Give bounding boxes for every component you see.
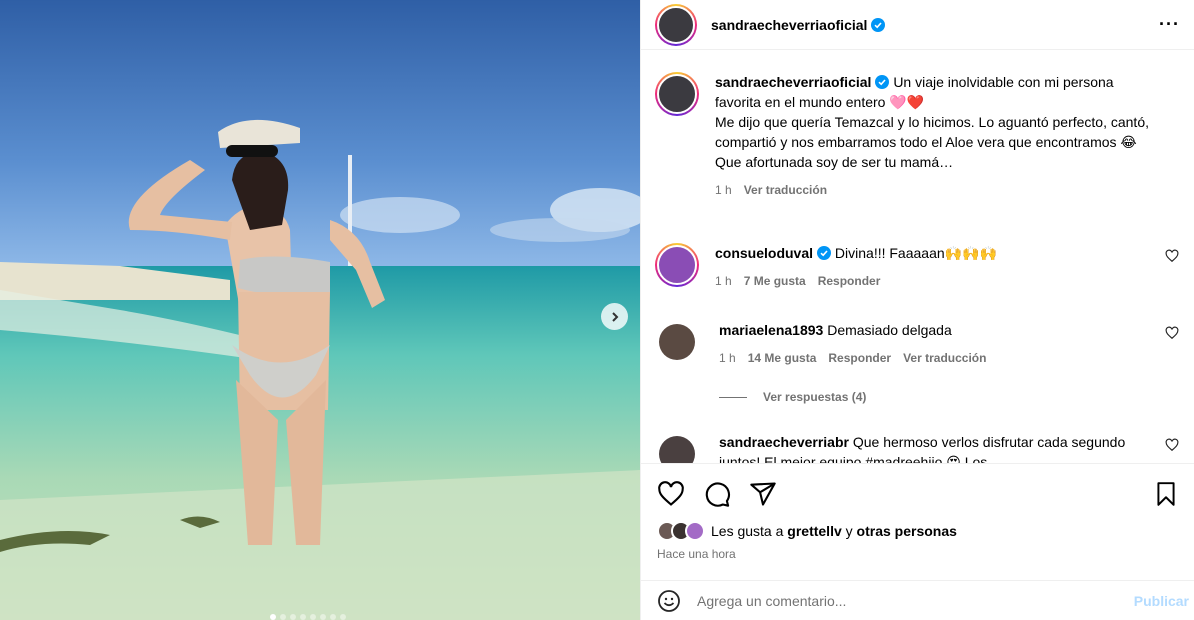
carousel-dot xyxy=(270,614,276,620)
comment-item: sandraecheverriabr Que hermoso verlos di… xyxy=(655,432,1181,463)
carousel-dot xyxy=(330,614,336,620)
commenter-avatar[interactable] xyxy=(659,324,695,360)
caption-username[interactable]: sandraecheverriaoficial xyxy=(715,74,871,90)
liker-username[interactable]: grettellv xyxy=(787,523,841,539)
comment-text: Demasiado delgada xyxy=(827,322,952,338)
likes-summary: Les gusta a grettellv y otras personas xyxy=(657,521,1179,541)
view-replies-label: Ver respuestas (4) xyxy=(763,390,867,404)
reply-button[interactable]: Responder xyxy=(818,271,881,291)
comment-likes[interactable]: 14 Me gusta xyxy=(748,348,817,368)
comment-username[interactable]: sandraecheverriabr xyxy=(719,434,849,450)
beach-photo xyxy=(0,0,640,620)
caption-time[interactable]: 1 h xyxy=(715,180,732,200)
post-time[interactable]: Hace una hora xyxy=(657,547,1179,561)
carousel-next-button[interactable] xyxy=(601,303,628,330)
translate-link[interactable]: Ver traducción xyxy=(744,180,827,200)
emoji-icon[interactable] xyxy=(657,589,681,613)
comment-username[interactable]: consueloduval xyxy=(715,245,813,261)
save-bookmark-icon[interactable] xyxy=(1153,481,1179,507)
carousel-dots xyxy=(270,614,346,620)
share-paper-plane-icon[interactable] xyxy=(749,480,777,508)
publish-button[interactable]: Publicar xyxy=(1134,593,1189,609)
carousel-dot xyxy=(310,614,316,620)
carousel-dot xyxy=(290,614,296,620)
post-photo[interactable] xyxy=(0,0,640,620)
liker-avatars[interactable] xyxy=(657,521,705,541)
liker-avatar xyxy=(685,521,705,541)
carousel-dot xyxy=(320,614,326,620)
commenter-avatar[interactable] xyxy=(655,243,699,287)
comment-likes[interactable]: 7 Me gusta xyxy=(744,271,806,291)
comment-item: consueloduval Divina!!! Faaaaan🙌🙌🙌 1 h 7… xyxy=(655,243,1181,291)
comments-list[interactable]: sandraecheverriaoficial Un viaje inolvid… xyxy=(641,60,1194,463)
comment-input[interactable]: Agrega un comentario... xyxy=(697,593,1134,609)
carousel-dot xyxy=(280,614,286,620)
post-actions: Les gusta a grettellv y otras personas H… xyxy=(641,463,1194,561)
chevron-right-icon xyxy=(611,311,618,322)
replies-divider xyxy=(719,396,747,398)
view-replies-button[interactable]: Ver respuestas (4) xyxy=(719,390,866,404)
reply-button[interactable]: Responder xyxy=(828,348,891,368)
likes-prefix: Les gusta a xyxy=(711,523,788,539)
add-comment-bar: Agrega un comentario... Publicar xyxy=(641,580,1194,620)
more-options-button[interactable]: ··· xyxy=(1159,14,1180,35)
carousel-dot xyxy=(300,614,306,620)
caption: sandraecheverriaoficial Un viaje inolvid… xyxy=(655,72,1181,200)
author-username[interactable]: sandraecheverriaoficial xyxy=(711,17,867,33)
commenter-avatar[interactable] xyxy=(659,436,695,463)
verified-badge-icon xyxy=(871,17,886,32)
post-header: sandraecheverriaoficial ··· xyxy=(641,0,1194,50)
comment-item: mariaelena1893 Demasiado delgada 1 h 14 … xyxy=(655,320,1181,368)
like-comment-heart-icon[interactable] xyxy=(1165,438,1179,452)
translate-link[interactable]: Ver traducción xyxy=(903,348,986,368)
caption-author-avatar[interactable] xyxy=(655,72,699,116)
author-avatar[interactable] xyxy=(655,3,697,46)
caption-meta: 1 h Ver traducción xyxy=(715,180,1153,200)
carousel-dot xyxy=(340,614,346,620)
verified-badge-icon xyxy=(875,75,890,89)
comment-time[interactable]: 1 h xyxy=(715,271,732,291)
like-comment-heart-icon[interactable] xyxy=(1165,326,1179,340)
comment-bubble-icon[interactable] xyxy=(703,480,731,508)
comment-time[interactable]: 1 h xyxy=(719,348,736,368)
post-side-panel: sandraecheverriaoficial ··· sandraecheve… xyxy=(640,0,1194,620)
like-comment-heart-icon[interactable] xyxy=(1165,249,1179,263)
likes-middle: y xyxy=(841,523,857,539)
comment-username[interactable]: mariaelena1893 xyxy=(719,322,823,338)
verified-badge-icon xyxy=(817,246,832,260)
other-likers-link[interactable]: otras personas xyxy=(857,523,957,539)
like-heart-icon[interactable] xyxy=(657,480,685,508)
comment-text: Divina!!! Faaaaan🙌🙌🙌 xyxy=(834,245,997,261)
